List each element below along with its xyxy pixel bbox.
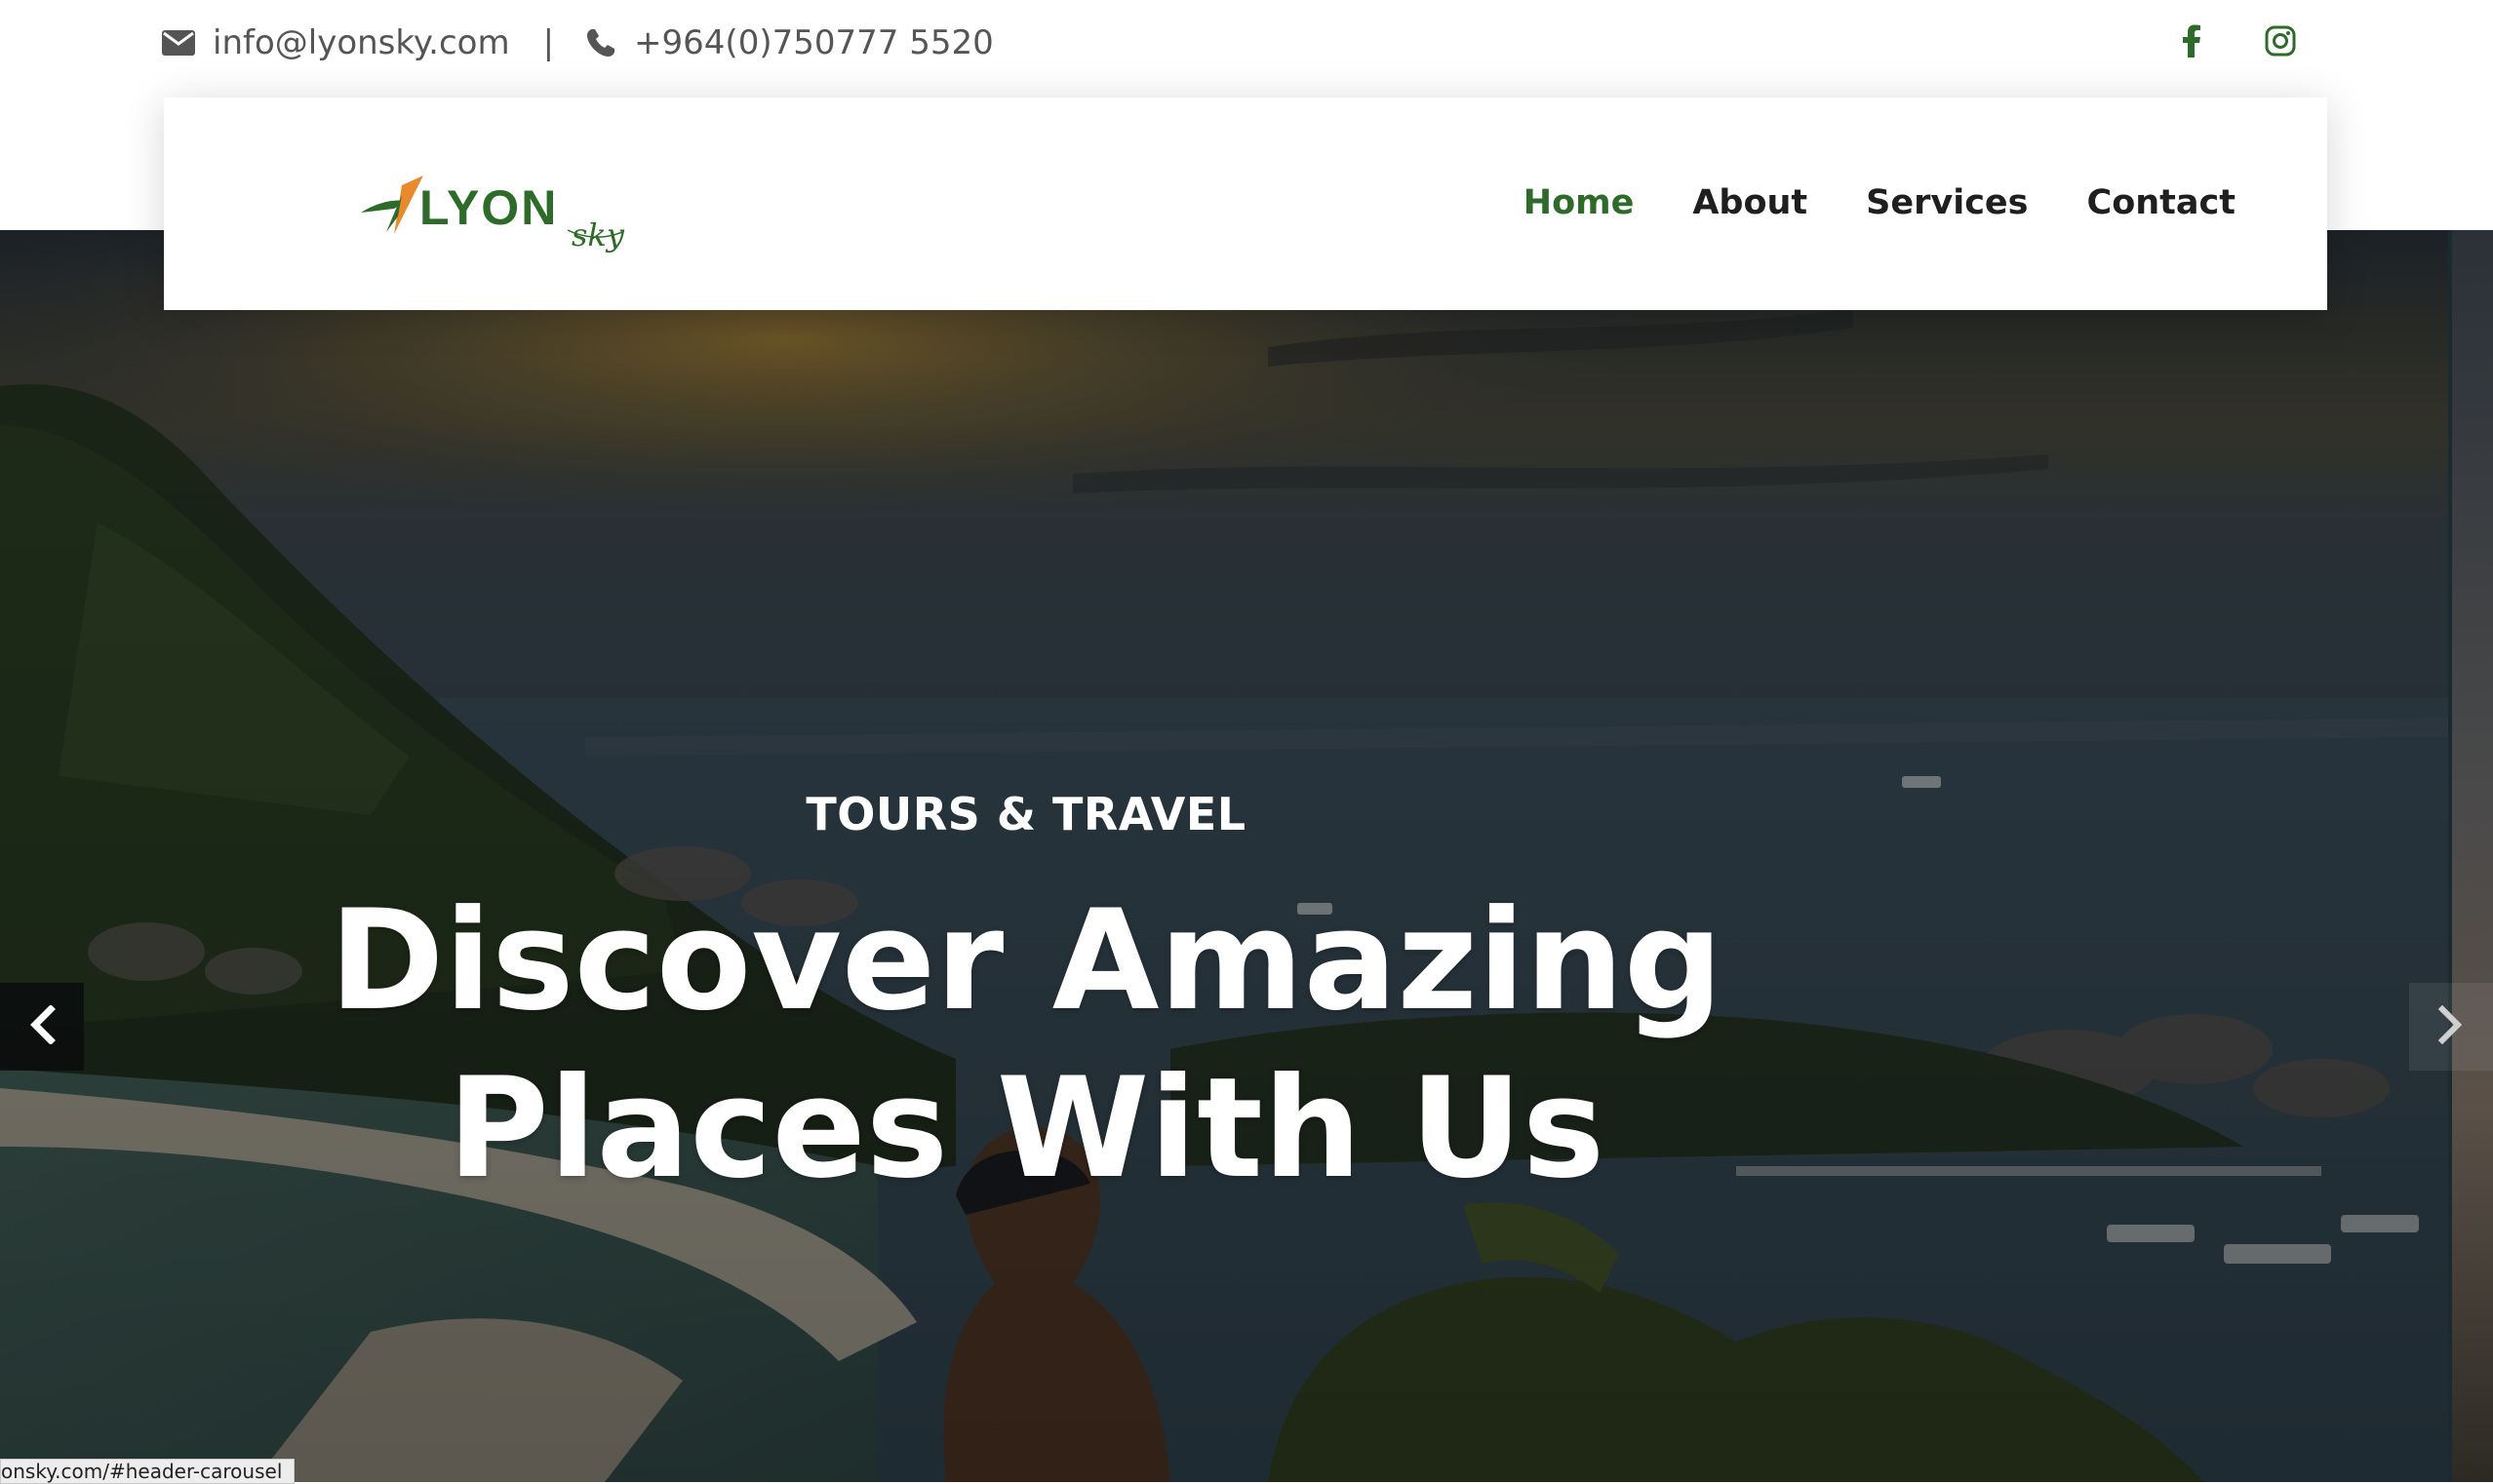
contact-phone[interactable]: +964(0)750777 5520 bbox=[634, 23, 994, 62]
envelope-icon bbox=[162, 30, 195, 56]
lyonsky-logo[interactable]: LYON sky bbox=[359, 174, 642, 254]
contact-info: info@lyonsky.com | +964(0)750777 5520 bbox=[162, 20, 994, 66]
main-navbar: LYON sky Home About Services Contact bbox=[164, 98, 2327, 310]
next-slide-preview bbox=[2448, 230, 2493, 1482]
contact-email[interactable]: info@lyonsky.com bbox=[213, 23, 510, 62]
instagram-link[interactable] bbox=[2265, 20, 2296, 66]
hero-carousel bbox=[0, 230, 2448, 1482]
facebook-link[interactable] bbox=[2181, 20, 2202, 66]
carousel-next-button[interactable] bbox=[2409, 983, 2493, 1071]
instagram-icon bbox=[2265, 25, 2296, 60]
nav-services[interactable]: Services bbox=[1866, 183, 2028, 222]
browser-status-url: onsky.com/#header-carousel bbox=[0, 1459, 296, 1484]
hero-headline: Discover Amazing Places With Us bbox=[0, 878, 2052, 1213]
hero-background-image bbox=[0, 230, 2448, 1482]
hero-headline-line1: Discover Amazing bbox=[329, 880, 1723, 1041]
chevron-left-icon bbox=[27, 1004, 57, 1048]
contact-separator: | bbox=[542, 23, 555, 62]
nav-about[interactable]: About bbox=[1692, 183, 1807, 222]
phone-icon bbox=[585, 27, 616, 59]
carousel-prev-button[interactable] bbox=[0, 983, 84, 1071]
chevron-right-icon bbox=[2436, 1004, 2466, 1048]
nav-home[interactable]: Home bbox=[1524, 183, 1635, 222]
hero-headline-line2: Places With Us bbox=[447, 1048, 1605, 1209]
nav-contact[interactable]: Contact bbox=[2087, 183, 2236, 222]
hero-subtitle: TOURS & TRAVEL bbox=[806, 788, 1246, 840]
main-menu: Home About Services Contact bbox=[1465, 174, 2236, 232]
facebook-icon bbox=[2181, 24, 2202, 61]
logo-wordmark: LYON bbox=[419, 180, 558, 235]
